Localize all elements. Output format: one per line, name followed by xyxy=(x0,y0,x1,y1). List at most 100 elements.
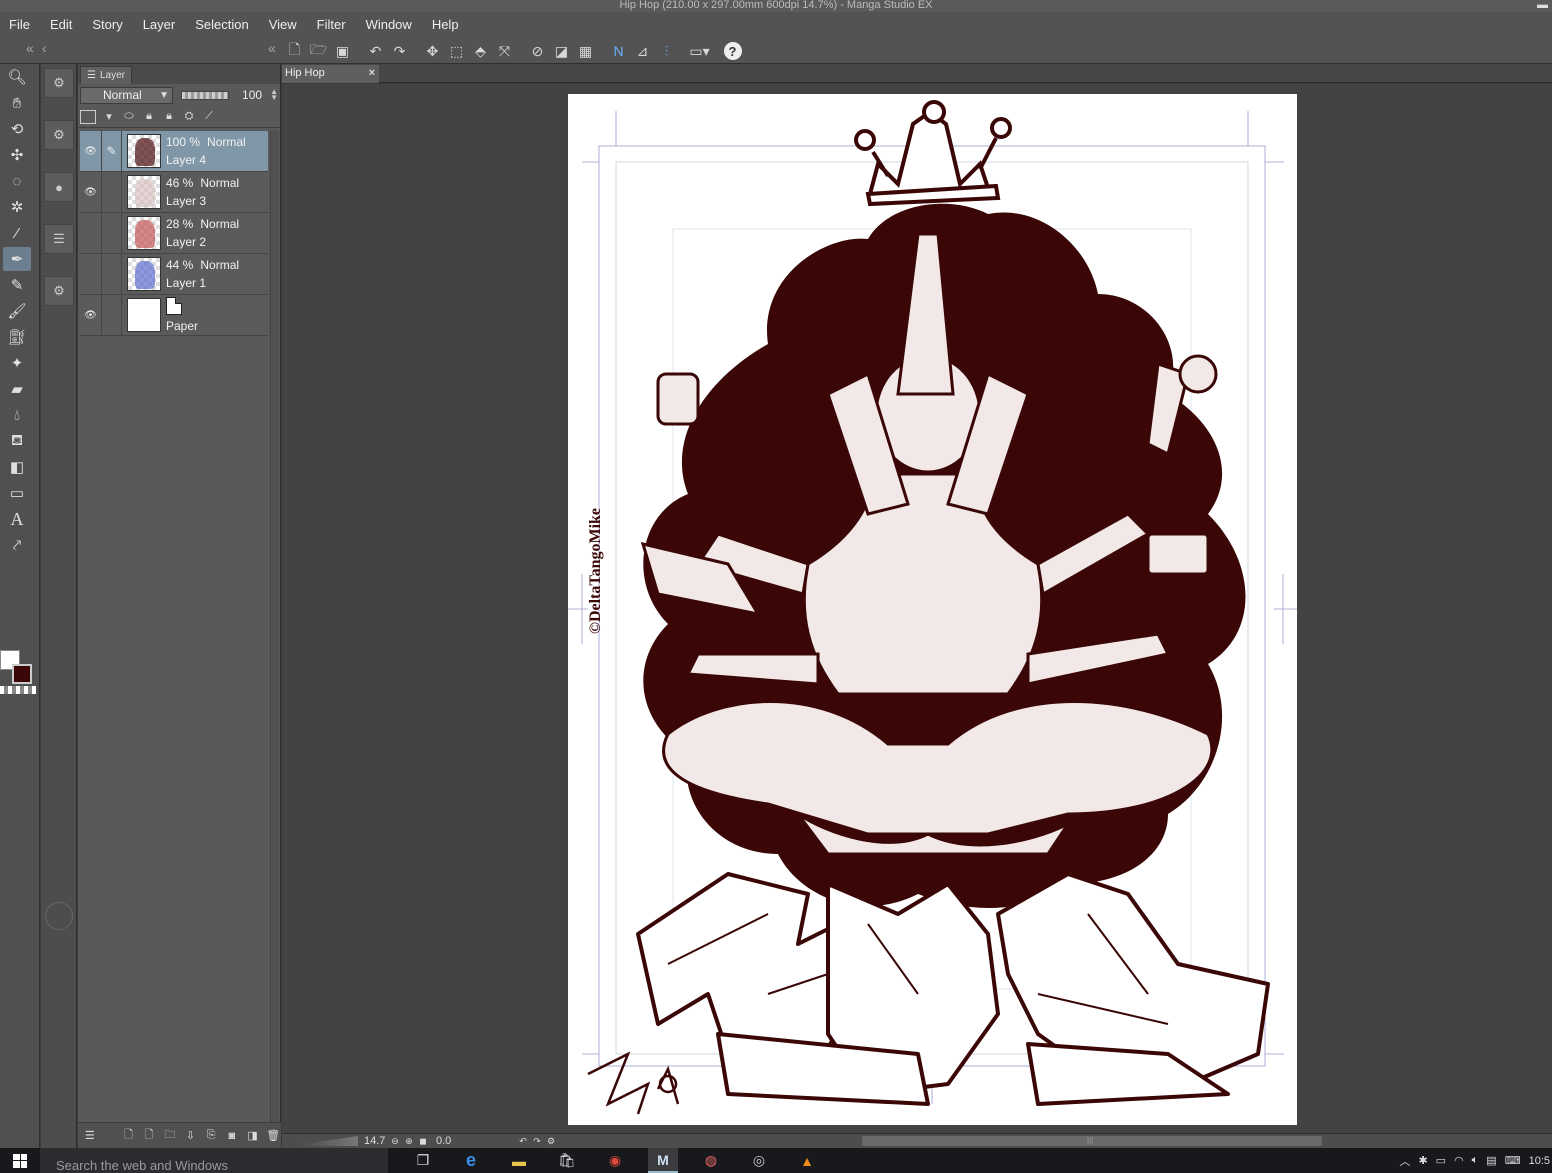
layout-icon[interactable]: ▭▾ xyxy=(689,41,710,61)
scale-icon[interactable]: ⬚ xyxy=(446,41,467,61)
visibility-eye-icon[interactable]: 👁︎ xyxy=(80,131,102,171)
visibility-eye-icon[interactable]: 👁︎ xyxy=(80,295,102,335)
layer-name[interactable]: Layer 2 xyxy=(166,235,239,249)
menu-view[interactable]: View xyxy=(259,12,307,38)
zoom-value[interactable]: 14.7 xyxy=(364,1135,388,1147)
mask-add-icon[interactable]: ◙ xyxy=(224,1129,240,1143)
help-icon[interactable]: ? xyxy=(723,42,742,60)
pen-icon[interactable]: ✒︎ xyxy=(3,247,31,271)
layer-row[interactable]: 👁︎ ✎ 100 % Normal Layer 4 xyxy=(80,131,268,172)
lock-icon[interactable]: 🔒︎ xyxy=(162,110,176,124)
redo-icon[interactable]: ↷ xyxy=(389,41,410,61)
rectangle-icon[interactable]: ▭ xyxy=(3,481,31,505)
decoration-icon[interactable]: ✦ xyxy=(3,351,31,375)
pencil-icon[interactable]: ✎ xyxy=(3,273,31,297)
lasso-icon[interactable]: ◌ xyxy=(3,169,31,193)
perspective-icon[interactable]: ⊿ xyxy=(632,41,653,61)
close-icon[interactable]: × xyxy=(369,65,375,82)
clip-icon[interactable]: ⟋ xyxy=(202,110,216,124)
rotate-icon[interactable]: ⟲ xyxy=(3,117,31,141)
opacity-slider[interactable] xyxy=(181,90,230,100)
edit-target-icon[interactable] xyxy=(102,254,122,294)
merge-down-icon[interactable]: ⇩ xyxy=(183,1129,199,1143)
layer-name[interactable]: Layer 4 xyxy=(166,153,246,167)
fit-view-icon[interactable]: ◼ xyxy=(416,1136,430,1147)
clock[interactable]: 10:5 xyxy=(1529,1155,1550,1166)
keyboard-icon[interactable]: ⌨︎ xyxy=(1505,1154,1521,1167)
rotate-right-icon[interactable]: ↷ xyxy=(530,1136,544,1147)
delete-layer-icon[interactable]: 🗑︎ xyxy=(265,1129,281,1143)
zoom-out-icon[interactable]: ⊖ xyxy=(388,1136,402,1147)
manga-studio-icon[interactable]: M xyxy=(648,1148,678,1173)
layer-row[interactable]: 44 % Normal Layer 1 xyxy=(80,254,268,295)
blend-icon[interactable]: 💧︎ xyxy=(3,403,31,427)
layer-name[interactable]: Layer 3 xyxy=(166,194,239,208)
edge-icon[interactable]: e xyxy=(456,1148,486,1173)
menu-window[interactable]: Window xyxy=(356,12,422,38)
file-explorer-icon[interactable]: ▬ xyxy=(504,1148,534,1173)
new-raster-layer-icon[interactable]: 🗋 xyxy=(121,1129,137,1143)
collapse-panel-icon[interactable]: « xyxy=(268,40,276,56)
open-file-icon[interactable]: 🗁 xyxy=(308,41,329,61)
wifi-icon[interactable]: ◠ xyxy=(1454,1154,1464,1167)
menu-selection[interactable]: Selection xyxy=(185,12,258,38)
volume-icon[interactable]: 🔈︎ xyxy=(1472,1154,1479,1167)
text-icon[interactable]: A xyxy=(3,507,31,531)
sub-tool-icon[interactable]: ⚙︎ xyxy=(44,120,74,150)
opacity-value[interactable]: 100 xyxy=(237,88,262,102)
fit-icon[interactable]: ⤧ xyxy=(494,41,515,61)
reset-rotation-icon[interactable]: ⚙︎ xyxy=(544,1136,558,1147)
airbrush-icon[interactable]: ⛽︎ xyxy=(3,325,31,349)
reference-icon[interactable]: ⛭ xyxy=(182,110,196,124)
zoom-icon[interactable]: 🔍︎ xyxy=(3,65,31,89)
collapse-left-icon[interactable]: « xyxy=(26,40,34,56)
transparent-color-swatch[interactable] xyxy=(0,686,36,694)
transform-icon[interactable]: ✥ xyxy=(422,41,443,61)
duplicate-icon[interactable]: ⎘ xyxy=(203,1129,219,1143)
visibility-eye-icon[interactable] xyxy=(80,254,102,294)
menu-help[interactable]: Help xyxy=(422,12,469,38)
layer-panel-icon[interactable]: ☰ xyxy=(44,224,74,254)
lock-alpha-icon[interactable]: 🔒︎ xyxy=(142,110,156,124)
deselect-icon[interactable]: ◪ xyxy=(551,41,572,61)
edit-target-icon[interactable] xyxy=(102,172,122,212)
layer-row[interactable]: 👁︎ 46 % Normal Layer 3 xyxy=(80,172,268,213)
hand-icon[interactable]: ✋︎ xyxy=(3,91,31,115)
visibility-eye-icon[interactable] xyxy=(80,213,102,253)
select-all-icon[interactable]: ▦ xyxy=(575,41,596,61)
zoom-slider[interactable] xyxy=(288,1136,358,1146)
layer-name[interactable]: Layer 1 xyxy=(166,276,239,290)
layer-row[interactable]: 28 % Normal Layer 2 xyxy=(80,213,268,254)
sub-color-swatch[interactable] xyxy=(12,664,32,684)
canvas-page[interactable]: ©DeltaTangoMike xyxy=(568,94,1297,1125)
obs-icon[interactable]: ◎ xyxy=(744,1148,774,1173)
layer-scrollbar[interactable] xyxy=(270,131,279,1131)
edit-target-icon[interactable]: ✎ xyxy=(102,131,122,171)
layer-tab[interactable]: ☰ Layer xyxy=(80,66,132,84)
tool-settings-icon[interactable]: ⚙︎ xyxy=(44,276,74,306)
ruler-icon[interactable]: N xyxy=(608,41,629,61)
gradient-icon[interactable]: ◧ xyxy=(3,455,31,479)
brush-size-icon[interactable]: ● xyxy=(44,172,74,202)
store-icon[interactable]: 🛍︎ xyxy=(552,1148,582,1173)
horizontal-scrollbar[interactable]: ||| xyxy=(862,1136,1322,1146)
chrome-icon[interactable]: ◉ xyxy=(600,1148,630,1173)
visibility-eye-icon[interactable]: 👁︎ xyxy=(80,172,102,212)
show-hidden-icon[interactable]: ︿ xyxy=(1399,1153,1410,1169)
undo-icon[interactable]: ↶ xyxy=(365,41,386,61)
new-folder-icon[interactable]: 🗀 xyxy=(162,1129,178,1143)
snap-icon[interactable]: ⫶ xyxy=(656,41,677,61)
fill-icon[interactable]: ⬘ xyxy=(470,41,491,61)
menu-edit[interactable]: Edit xyxy=(40,12,82,38)
close-window-icon[interactable]: ▬ xyxy=(1537,0,1548,11)
tool-property-icon[interactable]: ⚙︎ xyxy=(44,68,74,98)
layer-property-icon[interactable]: ◨ xyxy=(245,1129,261,1143)
eraser-icon[interactable]: ▰ xyxy=(3,377,31,401)
layer-name[interactable]: Paper xyxy=(166,319,198,333)
edit-target-icon[interactable] xyxy=(102,213,122,253)
task-view-icon[interactable]: ❐ xyxy=(408,1148,438,1173)
notifications-icon[interactable]: ▤ xyxy=(1486,1154,1496,1167)
opacity-spinner-icon[interactable]: ▲ ▼ xyxy=(270,88,278,102)
clear-icon[interactable]: ⊘ xyxy=(527,41,548,61)
menu-story[interactable]: Story xyxy=(82,12,132,38)
